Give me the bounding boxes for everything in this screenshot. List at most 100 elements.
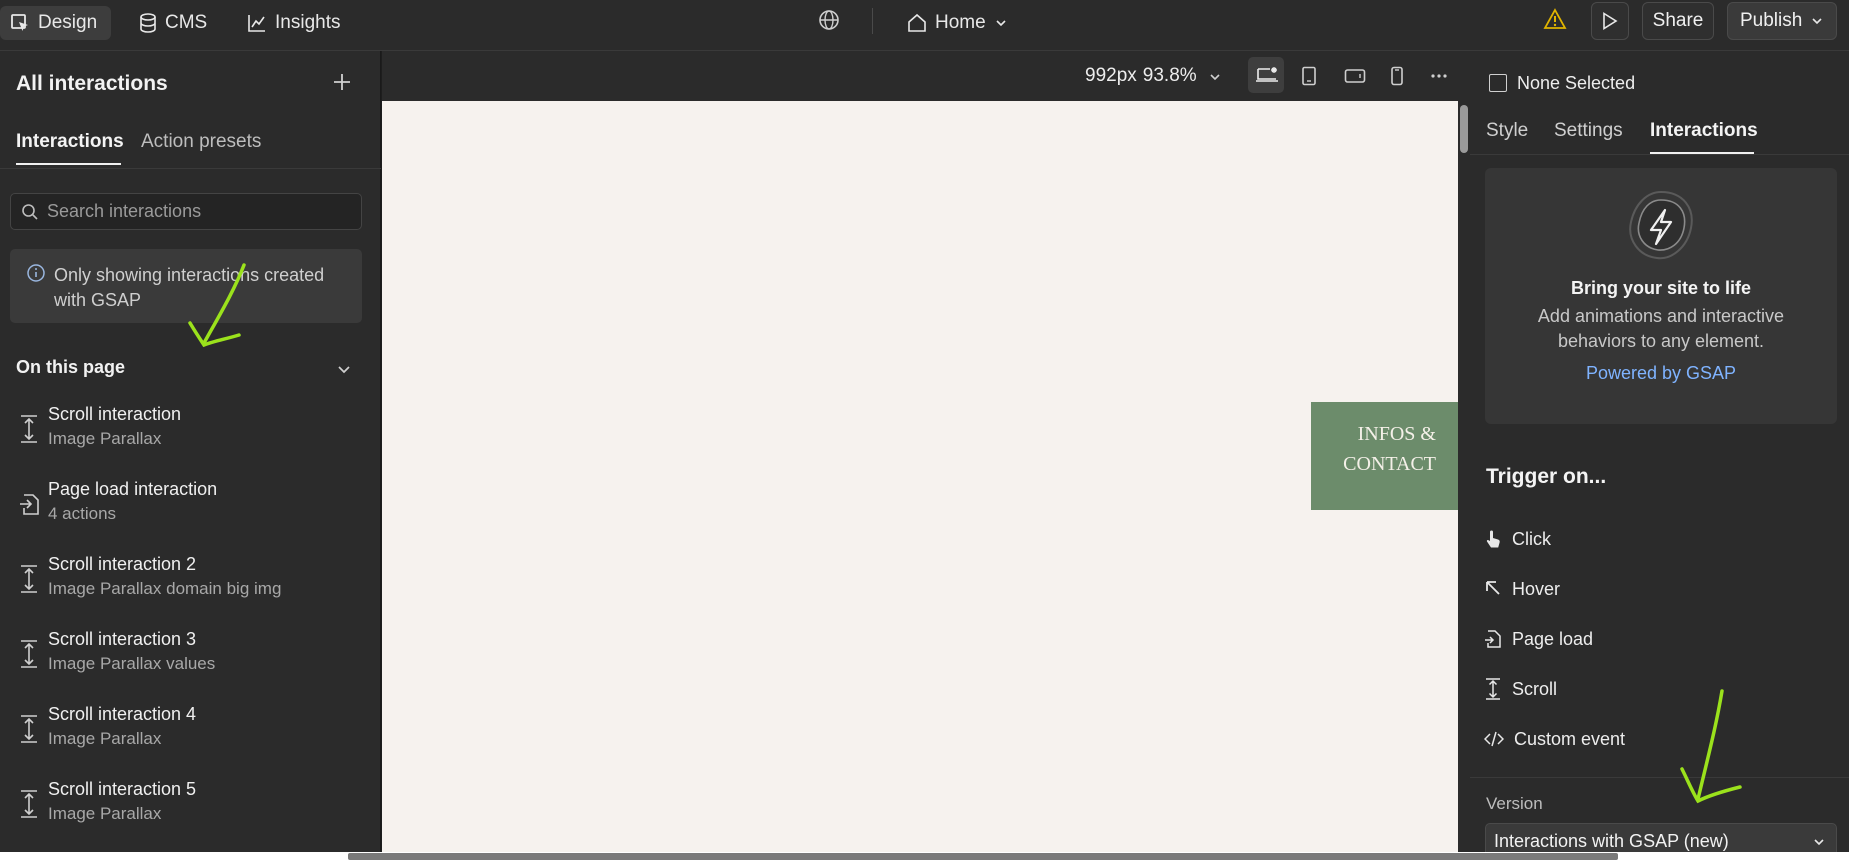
- trigger-hover[interactable]: Hover: [1484, 569, 1834, 609]
- canvas-toolbar: 992px 93.8%: [382, 51, 1470, 101]
- play-icon: [1603, 12, 1618, 30]
- trigger-label: Click: [1512, 528, 1551, 549]
- interaction-item[interactable]: Page load interaction 4 actions: [0, 475, 380, 537]
- info-icon: [27, 264, 45, 282]
- interaction-item[interactable]: Scroll interaction 2 Image Parallax doma…: [0, 550, 380, 612]
- page-load-icon: [1485, 630, 1501, 648]
- powered-by-gsap-link[interactable]: Powered by GSAP: [1485, 363, 1837, 384]
- cursor-select-icon: [11, 14, 28, 31]
- interaction-subtitle: 4 actions: [48, 504, 117, 523]
- trigger-custom-event[interactable]: Custom event: [1484, 719, 1834, 759]
- trigger-click[interactable]: Click: [1484, 519, 1834, 559]
- breakpoint-readout[interactable]: 992px 93.8%: [1085, 65, 1197, 87]
- share-button[interactable]: Share: [1642, 2, 1714, 40]
- cms-button[interactable]: CMS: [129, 6, 217, 40]
- annotation-arrow-icon: [188, 263, 246, 348]
- page-selector[interactable]: Home: [897, 6, 1018, 40]
- chevron-down-icon[interactable]: [336, 361, 352, 377]
- trigger-label: Custom event: [1514, 728, 1626, 749]
- chevron-down-icon: [1812, 18, 1822, 25]
- hover-icon: [1486, 581, 1500, 595]
- publish-label: Publish: [1740, 10, 1803, 31]
- panel-title: All interactions: [16, 72, 168, 95]
- version-value: Interactions with GSAP (new): [1494, 830, 1729, 851]
- scrollbar-thumb[interactable]: [1460, 105, 1468, 153]
- home-icon: [908, 13, 926, 32]
- click-icon: [1486, 530, 1500, 548]
- scroll-icon: [21, 715, 37, 743]
- tab-action-presets[interactable]: Action presets: [141, 131, 261, 153]
- divider: [1470, 154, 1849, 155]
- publish-button[interactable]: Publish: [1727, 2, 1837, 40]
- search-input[interactable]: [47, 201, 347, 222]
- scroll-icon: [1486, 678, 1500, 700]
- interaction-item[interactable]: Scroll interaction 4 Image Parallax: [0, 700, 380, 762]
- page-label: Home: [935, 12, 986, 33]
- horizontal-scrollbar[interactable]: [0, 852, 1849, 861]
- trigger-label: Page load: [1512, 628, 1594, 649]
- database-icon: [140, 13, 156, 33]
- scroll-icon: [21, 565, 37, 593]
- desktop-breakpoint-button[interactable]: [1248, 57, 1284, 93]
- insights-label: Insights: [275, 12, 341, 33]
- share-label: Share: [1652, 10, 1704, 31]
- selection-checkbox[interactable]: [1489, 74, 1507, 92]
- trigger-label: Scroll: [1512, 678, 1558, 699]
- interaction-title: Page load interaction: [48, 479, 218, 499]
- canvas-zoom: 93.8%: [1142, 65, 1197, 86]
- plus-icon: [334, 74, 350, 90]
- trigger-scroll[interactable]: Scroll: [1484, 669, 1834, 709]
- scrollbar-thumb[interactable]: [348, 853, 1618, 860]
- chevron-down-icon[interactable]: [1208, 70, 1222, 84]
- scroll-icon: [21, 415, 37, 443]
- insights-button[interactable]: Insights: [237, 6, 350, 40]
- properties-panel: None Selected Style Settings Interaction…: [1470, 51, 1849, 859]
- trigger-title: Trigger on...: [1486, 465, 1607, 488]
- section-on-this-page[interactable]: On this page: [16, 357, 125, 378]
- design-mode-button[interactable]: Design: [0, 6, 111, 40]
- tab-style[interactable]: Style: [1486, 120, 1528, 142]
- interactions-panel: All interactions Interactions Action pre…: [0, 51, 381, 856]
- preview-button[interactable]: [1591, 2, 1629, 40]
- interaction-subtitle: Image Parallax: [48, 804, 162, 823]
- globe-icon[interactable]: [818, 9, 840, 31]
- interaction-subtitle: Image Parallax: [48, 429, 162, 448]
- add-interaction-button[interactable]: [332, 72, 352, 92]
- design-canvas[interactable]: [382, 101, 1458, 856]
- search-interactions[interactable]: [10, 193, 362, 230]
- interaction-title: Scroll interaction: [48, 404, 182, 424]
- infos-contact-block[interactable]: INFOS & CONTACT: [1311, 402, 1458, 510]
- mobile-landscape-icon[interactable]: [1344, 68, 1366, 84]
- tab-interactions[interactable]: Interactions: [16, 131, 124, 153]
- mobile-portrait-icon[interactable]: [1390, 66, 1404, 86]
- infos-line-1: INFOS &: [1357, 423, 1436, 445]
- canvas-vertical-scrollbar[interactable]: [1458, 101, 1470, 856]
- trigger-page-load[interactable]: Page load: [1484, 619, 1834, 659]
- interaction-title: Scroll interaction 4: [48, 704, 197, 724]
- trigger-label: Hover: [1512, 578, 1561, 599]
- interaction-title: Scroll interaction 2: [48, 554, 197, 574]
- chart-line-icon: [248, 15, 265, 32]
- warning-icon[interactable]: [1543, 8, 1567, 30]
- more-icon[interactable]: [1430, 73, 1448, 79]
- interaction-item[interactable]: Scroll interaction Image Parallax: [0, 400, 380, 462]
- page-load-icon: [20, 494, 39, 515]
- top-bar: Design CMS Insights Home Share Publish: [0, 0, 1849, 51]
- canvas-width: 992px: [1085, 65, 1137, 86]
- tab-interactions[interactable]: Interactions: [1650, 120, 1758, 142]
- interaction-subtitle: Image Parallax values: [48, 654, 216, 673]
- cms-label: CMS: [165, 12, 208, 33]
- interaction-subtitle: Image Parallax: [48, 729, 162, 748]
- interaction-item[interactable]: Scroll interaction 5 Image Parallax: [0, 775, 380, 837]
- tab-settings[interactable]: Settings: [1554, 120, 1623, 142]
- version-label: Version: [1486, 794, 1543, 813]
- code-icon: [1484, 731, 1504, 747]
- interaction-item[interactable]: Scroll interaction 3 Image Parallax valu…: [0, 625, 380, 687]
- search-icon: [22, 203, 38, 220]
- interaction-title: Scroll interaction 3: [48, 629, 197, 649]
- scroll-icon: [21, 790, 37, 818]
- tablet-icon[interactable]: [1301, 66, 1317, 86]
- scroll-icon: [21, 640, 37, 668]
- divider: [1470, 777, 1849, 778]
- annotation-arrow-icon: [1680, 689, 1742, 804]
